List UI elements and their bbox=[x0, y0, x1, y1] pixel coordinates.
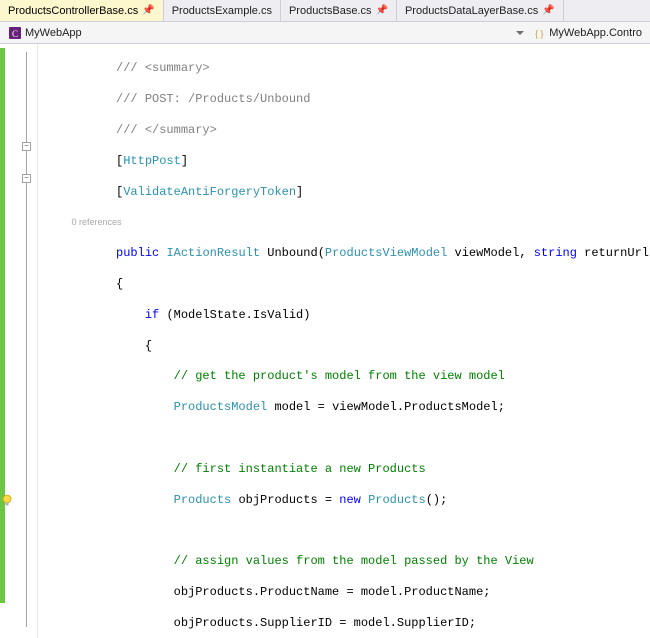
type: Products bbox=[174, 493, 232, 507]
xml-comment: /// <summary> bbox=[116, 61, 210, 75]
change-marker bbox=[0, 48, 5, 603]
type: Products bbox=[368, 493, 426, 507]
xml-comment: /// </summary> bbox=[116, 123, 217, 137]
nav-project-label: MyWebApp bbox=[25, 27, 82, 39]
type: ProductsViewModel bbox=[325, 246, 447, 260]
code-text: objProducts = bbox=[238, 493, 339, 507]
nav-namespace-dropdown[interactable]: {} MyWebApp.Contro bbox=[528, 26, 646, 40]
tab-label: ProductsControllerBase.cs bbox=[8, 5, 138, 17]
keyword: if bbox=[145, 308, 159, 322]
tab-bar: ProductsControllerBase.cs 📌 ProductsExam… bbox=[0, 0, 650, 22]
nav-namespace-label: MyWebApp.Contro bbox=[549, 27, 642, 39]
comment: // get the product's model from the view… bbox=[174, 369, 505, 383]
tab-label: ProductsDataLayerBase.cs bbox=[405, 5, 538, 17]
tab-productsexample[interactable]: ProductsExample.cs bbox=[164, 0, 281, 21]
code-editor[interactable]: − − /// <summary> /// POST: /Products/Un… bbox=[0, 44, 650, 638]
svg-text:{}: {} bbox=[534, 28, 545, 40]
tab-productsdatalayerbase[interactable]: ProductsDataLayerBase.cs 📌 bbox=[397, 0, 564, 21]
param: returnUrl bbox=[584, 246, 649, 260]
xml-comment: /// POST: /Products/Unbound bbox=[116, 92, 310, 106]
codelens-references[interactable]: 0 references bbox=[72, 217, 122, 227]
method-name: Unbound bbox=[267, 246, 317, 260]
keyword: new bbox=[339, 493, 361, 507]
svg-text:C: C bbox=[12, 29, 18, 39]
pin-icon: 📌 bbox=[376, 5, 388, 16]
nav-project-dropdown[interactable]: C MyWebApp bbox=[4, 26, 86, 40]
namespace-icon: {} bbox=[532, 26, 546, 40]
fold-toggle[interactable]: − bbox=[22, 142, 31, 151]
chevron-down-icon[interactable] bbox=[516, 31, 524, 35]
gutter: − − bbox=[0, 44, 38, 638]
code-text: objProducts.ProductName = model.ProductN… bbox=[174, 585, 491, 599]
keyword: string bbox=[534, 246, 577, 260]
fold-toggle[interactable]: − bbox=[22, 174, 31, 183]
lightbulb-icon[interactable] bbox=[1, 494, 13, 508]
attribute: HttpPost bbox=[123, 154, 181, 168]
tab-label: ProductsBase.cs bbox=[289, 5, 372, 17]
param: viewModel bbox=[455, 246, 520, 260]
breadcrumb: C MyWebApp {} MyWebApp.Contro bbox=[0, 22, 650, 44]
attribute: ValidateAntiForgeryToken bbox=[123, 185, 296, 199]
comment: // assign values from the model passed b… bbox=[174, 554, 534, 568]
keyword: public bbox=[116, 246, 159, 260]
code-content[interactable]: /// <summary> /// POST: /Products/Unboun… bbox=[38, 44, 650, 638]
condition: (ModelState.IsValid) bbox=[166, 308, 310, 322]
pin-icon: 📌 bbox=[542, 5, 554, 16]
csharp-icon: C bbox=[8, 26, 22, 40]
comment: // first instantiate a new Products bbox=[174, 462, 426, 476]
pin-icon: 📌 bbox=[142, 5, 154, 16]
tab-productscontrollerbase[interactable]: ProductsControllerBase.cs 📌 bbox=[0, 0, 164, 21]
type: ProductsModel bbox=[174, 400, 268, 414]
code-text: (); bbox=[426, 493, 448, 507]
code-text: objProducts.SupplierID = model.SupplierI… bbox=[174, 616, 476, 630]
type: IActionResult bbox=[166, 246, 260, 260]
tab-label: ProductsExample.cs bbox=[172, 5, 272, 17]
tab-productsbase[interactable]: ProductsBase.cs 📌 bbox=[281, 0, 397, 21]
code-text: model = viewModel.ProductsModel; bbox=[274, 400, 504, 414]
